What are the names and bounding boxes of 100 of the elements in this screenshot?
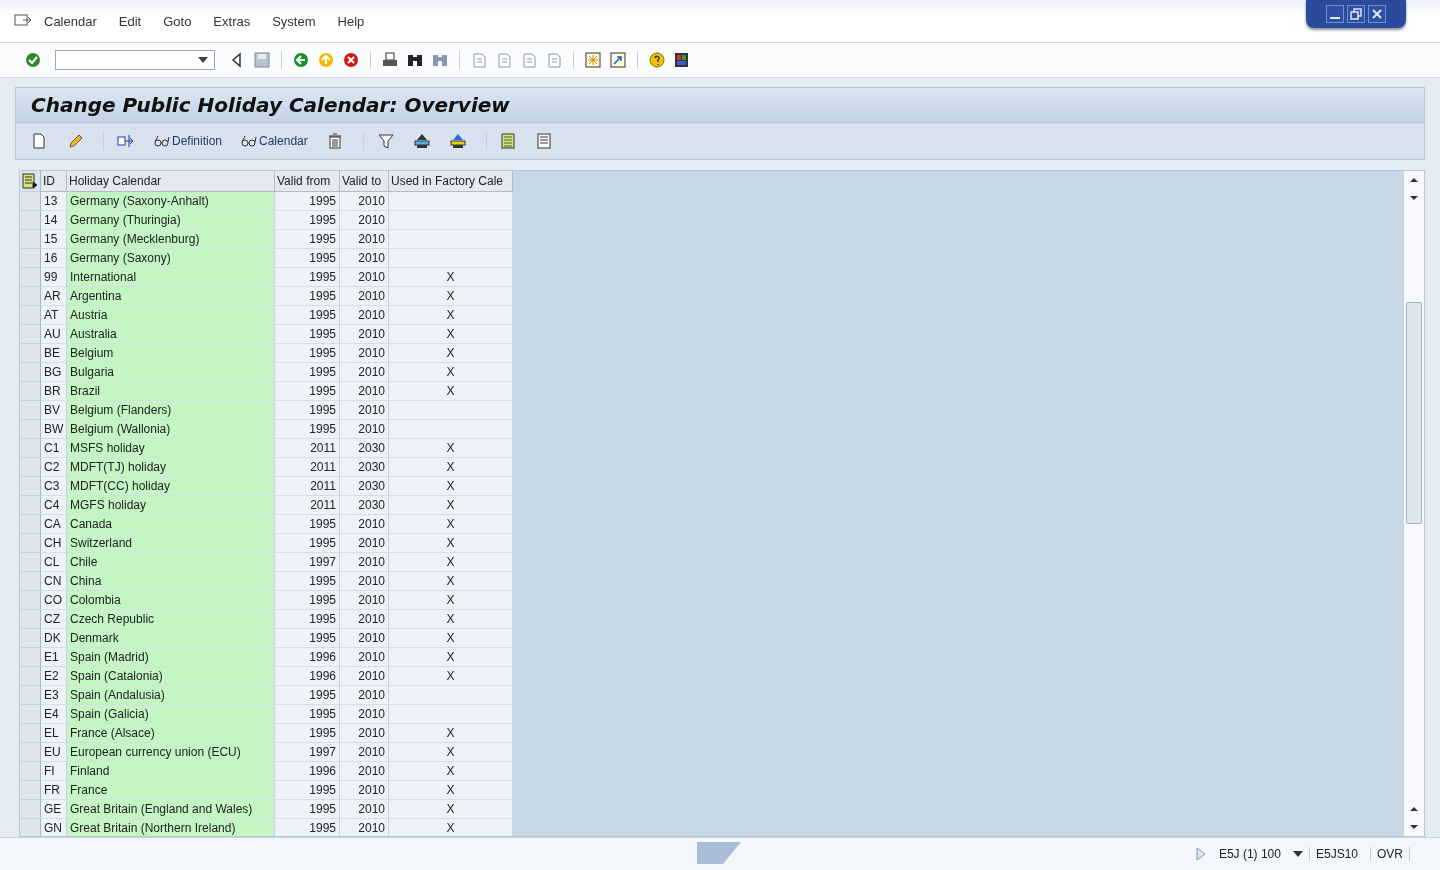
row-selector[interactable]: [20, 287, 41, 306]
table-cell: X: [389, 800, 513, 819]
row-selector[interactable]: [20, 781, 41, 800]
row-selector[interactable]: [20, 705, 41, 724]
toolbar-button[interactable]: Definition: [151, 131, 225, 151]
layout-icon[interactable]: [673, 51, 691, 69]
help-icon[interactable]: [648, 51, 666, 69]
row-selector[interactable]: [20, 572, 41, 591]
column-header[interactable]: Holiday Calendar: [67, 171, 275, 192]
table-cell: 99: [41, 268, 67, 287]
table-cell: X: [389, 819, 513, 836]
row-selector[interactable]: [20, 382, 41, 401]
shortcut-icon[interactable]: [609, 51, 627, 69]
save-icon[interactable]: [253, 51, 271, 69]
row-selector[interactable]: [20, 667, 41, 686]
new-window-icon[interactable]: [584, 51, 602, 69]
table-cell: CH: [41, 534, 67, 553]
row-selector[interactable]: [20, 439, 41, 458]
table-cell: X: [389, 268, 513, 287]
vertical-scrollbar[interactable]: [1403, 171, 1424, 836]
row-selector[interactable]: [20, 249, 41, 268]
menu-item[interactable]: Help: [337, 13, 365, 29]
menu-item[interactable]: Goto: [163, 13, 192, 29]
row-selector[interactable]: [20, 553, 41, 572]
row-selector[interactable]: [20, 401, 41, 420]
table-cell: 2010: [340, 534, 389, 553]
table-cell: 2010: [340, 287, 389, 306]
table-cell: X: [389, 629, 513, 648]
row-selector[interactable]: [20, 629, 41, 648]
server-name: E5JS10: [1308, 847, 1364, 861]
row-selector[interactable]: [20, 743, 41, 762]
table-cell: X: [389, 534, 513, 553]
table-settings-icon[interactable]: [22, 173, 38, 189]
table-cell: 1995: [275, 249, 340, 268]
cancel-icon[interactable]: [342, 51, 360, 69]
minimize-icon[interactable]: [1326, 5, 1344, 23]
table-cell: X: [389, 344, 513, 363]
row-selector[interactable]: [20, 515, 41, 534]
close-icon[interactable]: [1368, 5, 1386, 23]
row-selector[interactable]: [20, 230, 41, 249]
row-selector[interactable]: [20, 458, 41, 477]
row-selector[interactable]: [20, 268, 41, 287]
table-cell: 2010: [340, 781, 389, 800]
table-cell: 1995: [275, 572, 340, 591]
table-cell: X: [389, 382, 513, 401]
row-selector[interactable]: [20, 686, 41, 705]
menu-item[interactable]: Calendar: [44, 13, 97, 29]
row-selector[interactable]: [20, 724, 41, 743]
row-selector[interactable]: [20, 534, 41, 553]
scrollbar-thumb[interactable]: [1406, 302, 1422, 524]
row-selector[interactable]: [20, 819, 41, 836]
row-selector[interactable]: [20, 477, 41, 496]
row-selector[interactable]: [20, 591, 41, 610]
table-cell: 1995: [275, 401, 340, 420]
back-icon[interactable]: [292, 51, 310, 69]
row-selector[interactable]: [20, 800, 41, 819]
table-cell: 2010: [340, 344, 389, 363]
menu-item[interactable]: System: [272, 13, 316, 29]
table-cell: BR: [41, 382, 67, 401]
triangle-right-icon[interactable]: [1194, 847, 1207, 861]
menu-item[interactable]: Edit: [118, 13, 142, 29]
table-cell: Brazil: [67, 382, 275, 401]
command-field[interactable]: [55, 50, 215, 70]
row-selector[interactable]: [20, 363, 41, 382]
menu-item[interactable]: Extras: [213, 13, 251, 29]
table-cell: DK: [41, 629, 67, 648]
table-cell: CZ: [41, 610, 67, 629]
table-cell: Spain (Madrid): [67, 648, 275, 667]
row-selector[interactable]: [20, 762, 41, 781]
column-header[interactable]: Valid from: [275, 171, 340, 192]
row-selector[interactable]: [20, 648, 41, 667]
table-cell: Great Britain (Northern Ireland): [67, 819, 275, 836]
column-header[interactable]: Valid to: [340, 171, 389, 192]
table-cell: Chile: [67, 553, 275, 572]
row-selector[interactable]: [20, 211, 41, 230]
toolbar-button[interactable]: Calendar: [238, 131, 310, 151]
row-selector[interactable]: [20, 344, 41, 363]
table-cell: 1995: [275, 534, 340, 553]
column-header[interactable]: Used in Factory Cale: [389, 171, 513, 192]
print-icon[interactable]: [381, 51, 399, 69]
row-selector[interactable]: [20, 496, 41, 515]
table-cell: 1995: [275, 192, 340, 211]
row-selector[interactable]: [20, 325, 41, 344]
table-cell: Czech Republic: [67, 610, 275, 629]
dropdown-icon[interactable]: [198, 57, 208, 63]
column-header[interactable]: ID: [41, 171, 67, 192]
menu-icon[interactable]: [14, 14, 32, 28]
row-selector[interactable]: [20, 306, 41, 325]
row-selector[interactable]: [20, 420, 41, 439]
row-selector[interactable]: [20, 610, 41, 629]
table-cell: 2011: [275, 439, 340, 458]
table-cell: 1995: [275, 591, 340, 610]
table-cell: X: [389, 762, 513, 781]
table-cell: EU: [41, 743, 67, 762]
dropdown-icon[interactable]: [1292, 851, 1303, 857]
exit-icon[interactable]: [317, 51, 335, 69]
restore-icon[interactable]: [1347, 5, 1365, 23]
enter-icon[interactable]: [24, 51, 42, 69]
table-cell: 2011: [275, 458, 340, 477]
table-cell: MSFS holiday: [67, 439, 275, 458]
